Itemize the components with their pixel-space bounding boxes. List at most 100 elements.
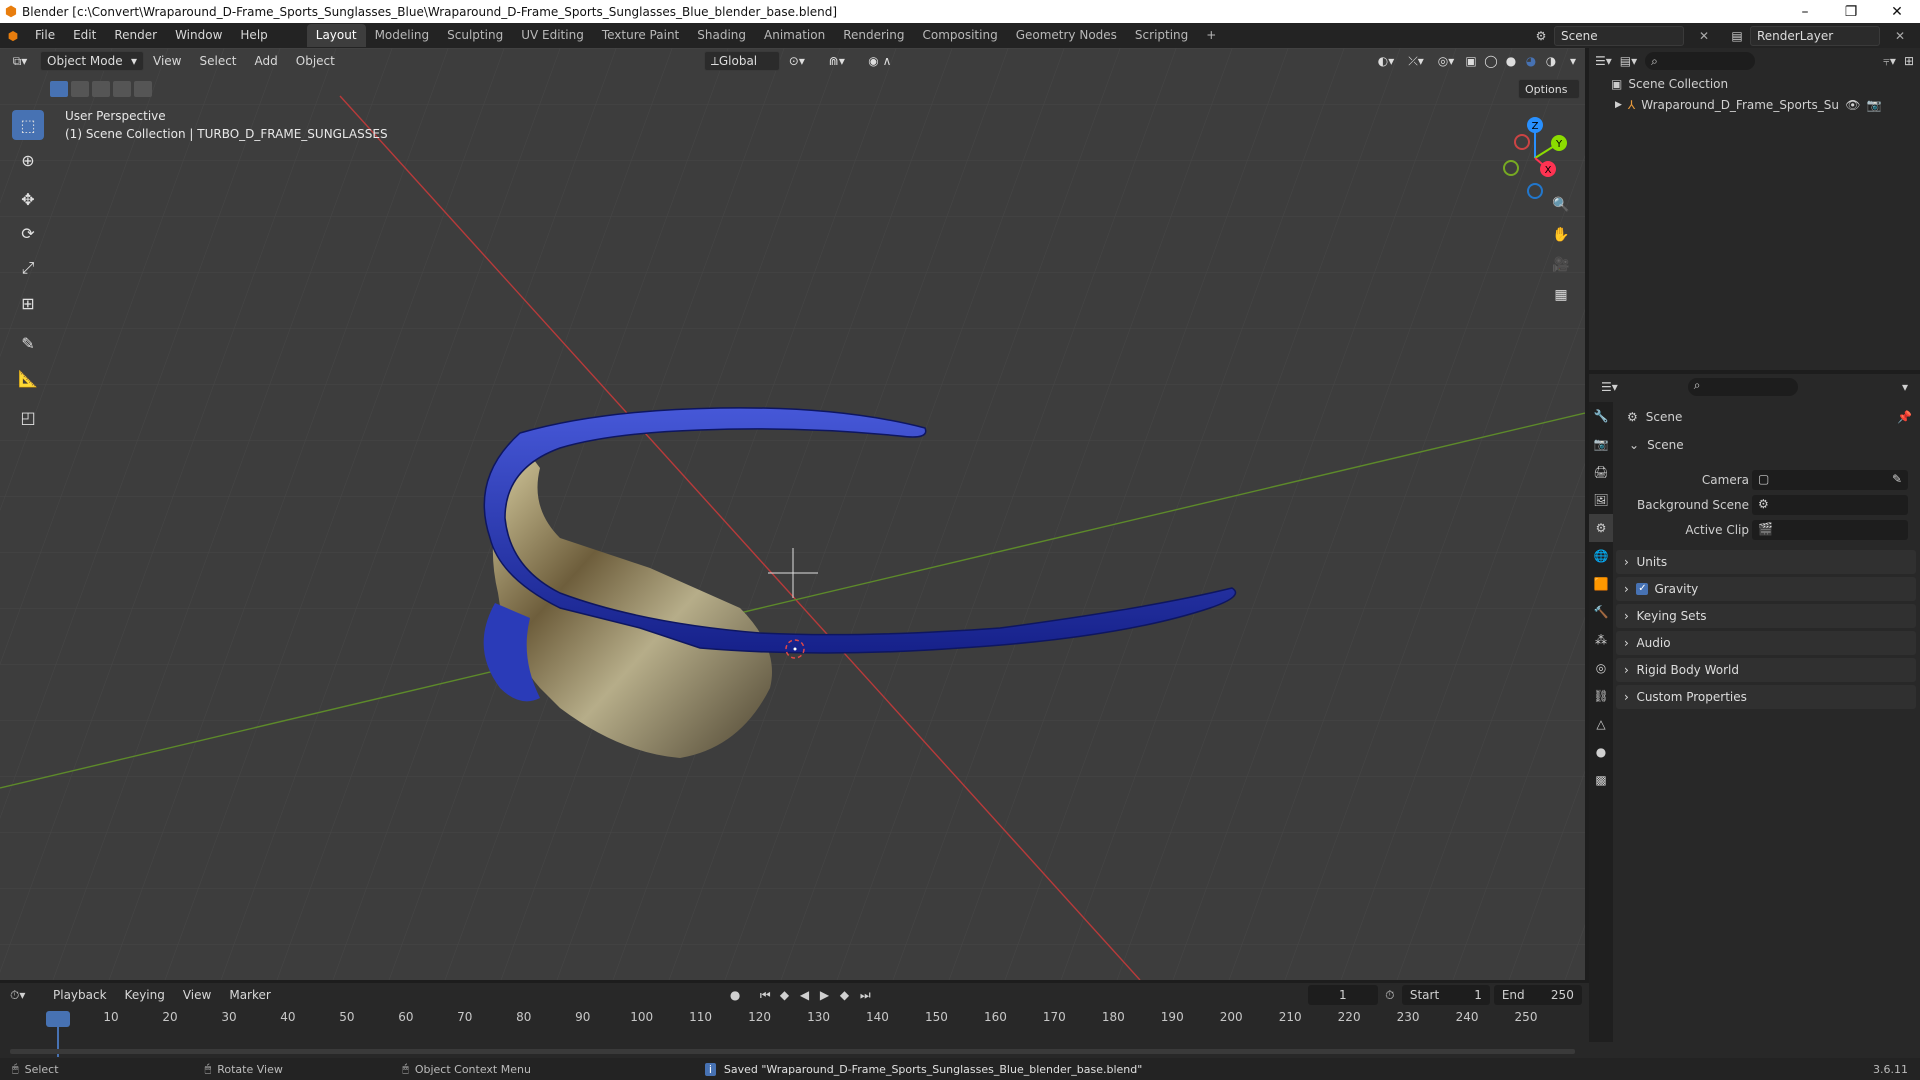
eyedropper-icon[interactable]: ✎ <box>1892 472 1902 486</box>
rendered-shading-icon[interactable]: ◑ <box>1541 51 1561 71</box>
select-box-icon[interactable]: ⬚ <box>12 110 44 140</box>
shading-options-icon[interactable]: ▾ <box>1561 51 1585 71</box>
particles-tab-icon[interactable]: ⁂ <box>1589 626 1613 654</box>
solid-shading-icon[interactable]: ● <box>1501 51 1521 71</box>
scene-icon[interactable]: ⚙ <box>1528 29 1554 43</box>
frame-ruler[interactable]: 1102030405060708090100110120130140150160… <box>0 983 1589 1058</box>
playhead[interactable] <box>46 1011 70 1027</box>
world-tab-icon[interactable]: 🌐 <box>1589 542 1613 570</box>
camera-view-icon[interactable]: 🎥 <box>1548 252 1574 278</box>
gizmo-neg-z-icon[interactable] <box>1527 183 1543 199</box>
select-invert-icon[interactable] <box>113 81 131 97</box>
camera-field[interactable]: ▢ ✎ <box>1752 470 1908 490</box>
object-tab-icon[interactable]: 🟧 <box>1589 570 1613 598</box>
tab-layout[interactable]: Layout <box>306 24 366 47</box>
render-layer-close-icon[interactable]: ✕ <box>1880 29 1920 43</box>
background-scene-field[interactable]: ⚙ <box>1752 495 1908 515</box>
gizmo-toggle-icon[interactable]: ⤫▾ <box>1401 51 1431 71</box>
properties-search-input[interactable]: ⌕ <box>1687 378 1798 396</box>
scene-collection-row[interactable]: ▣ Scene Collection <box>1611 77 1728 91</box>
tool-tab-icon[interactable]: 🔧 <box>1589 402 1613 430</box>
viewport-menu-add[interactable]: Add <box>246 49 287 74</box>
tab-geometry-nodes[interactable]: Geometry Nodes <box>1007 24 1126 47</box>
scene-close-icon[interactable]: ✕ <box>1684 29 1724 43</box>
close-button[interactable]: ✕ <box>1874 4 1920 20</box>
units-panel[interactable]: › Units <box>1616 550 1916 574</box>
filter-icon[interactable]: ⫧▾ <box>1883 54 1896 69</box>
outliner-display-icon[interactable]: ▤▾ <box>1620 54 1637 68</box>
orientation-selector[interactable]: ⟂ Global <box>703 51 780 71</box>
annotate-icon[interactable]: ✎ <box>12 328 44 358</box>
minimize-button[interactable]: – <box>1782 4 1828 20</box>
select-new-icon[interactable] <box>50 81 68 97</box>
timeline-scrollbar[interactable] <box>10 1049 1575 1054</box>
modifier-tab-icon[interactable]: 🔨 <box>1589 598 1613 626</box>
menu-help[interactable]: Help <box>231 23 276 48</box>
xray-icon[interactable]: ▣ <box>1461 51 1481 71</box>
outliner-object-row[interactable]: ▶ ⅄ Wraparound_D_Frame_Sports_Sunglasses… <box>1615 98 1915 112</box>
transform-icon[interactable]: ⊞ <box>12 288 44 318</box>
editor-type-icon[interactable]: ⧉▾ <box>0 51 40 71</box>
scale-icon[interactable]: ⤢ <box>12 253 44 283</box>
pin-icon[interactable]: 📌 <box>1897 410 1912 424</box>
gravity-panel[interactable]: › ✓ Gravity <box>1616 577 1916 601</box>
rigid-body-world-panel[interactable]: › Rigid Body World <box>1616 658 1916 682</box>
new-collection-icon[interactable]: ⊞ <box>1904 54 1914 68</box>
custom-properties-panel[interactable]: › Custom Properties <box>1616 685 1916 709</box>
expand-arrow-icon[interactable]: ▶ <box>1615 100 1622 110</box>
zoom-icon[interactable]: 🔍 <box>1548 192 1574 218</box>
menu-edit[interactable]: Edit <box>64 23 105 48</box>
properties-type-icon[interactable]: ☰▾ <box>1601 380 1618 394</box>
menu-render[interactable]: Render <box>105 23 166 48</box>
gizmo-neg-x-icon[interactable] <box>1514 134 1530 150</box>
menu-file[interactable]: File <box>26 23 64 48</box>
3d-viewport[interactable]: ⧉▾ Object Mode ▾ View Select Add Object ⟂… <box>0 48 1585 980</box>
menu-window[interactable]: Window <box>166 23 231 48</box>
visibility-icon[interactable]: ◐▾ <box>1371 51 1401 71</box>
audio-panel[interactable]: › Audio <box>1616 631 1916 655</box>
tab-scripting[interactable]: Scripting <box>1126 24 1197 47</box>
active-clip-field[interactable]: 🎬 <box>1752 520 1908 540</box>
render-layer-selector[interactable]: RenderLayer <box>1750 25 1880 46</box>
data-tab-icon[interactable]: △ <box>1589 710 1613 738</box>
select-subtract-icon[interactable] <box>92 81 110 97</box>
material-tab-icon[interactable]: ● <box>1589 738 1613 766</box>
select-extend-icon[interactable] <box>71 81 89 97</box>
view-layer-tab-icon[interactable]: 🖼 <box>1589 486 1613 514</box>
eye-icon[interactable]: 👁 <box>1845 98 1860 112</box>
pan-hand-icon[interactable]: ✋ <box>1548 222 1574 248</box>
overlay-toggle-icon[interactable]: ◎▾ <box>1431 51 1461 71</box>
cursor-icon[interactable]: ⊕ <box>12 145 44 175</box>
tab-modeling[interactable]: Modeling <box>366 24 439 47</box>
ortho-grid-icon[interactable]: ▦ <box>1548 282 1574 308</box>
scene-selector[interactable]: Scene <box>1554 25 1684 46</box>
gizmo-neg-y-icon[interactable] <box>1503 160 1519 176</box>
wireframe-shading-icon[interactable]: ◯ <box>1481 51 1501 71</box>
viewport-canvas[interactable] <box>0 48 1585 980</box>
constraints-tab-icon[interactable]: ⛓ <box>1589 682 1613 710</box>
output-tab-icon[interactable]: 🖨 <box>1589 458 1613 486</box>
navigation-gizmo[interactable]: Z Y X <box>1490 113 1580 203</box>
scene-tab-icon[interactable]: ⚙ <box>1589 514 1613 542</box>
render-tab-icon[interactable]: 📷 <box>1589 430 1613 458</box>
snap-icon[interactable]: ⋒▾ <box>814 51 860 71</box>
viewport-menu-view[interactable]: View <box>144 49 190 74</box>
outliner-type-icon[interactable]: ☰▾ <box>1595 54 1612 68</box>
properties-options-icon[interactable]: ▾ <box>1902 380 1908 394</box>
camera-restrict-icon[interactable]: 📷 <box>1867 98 1882 112</box>
scene-section-header[interactable]: ⌄ Scene <box>1629 438 1684 452</box>
tab-shading[interactable]: Shading <box>688 24 755 47</box>
blender-menu-icon[interactable]: ⬢ <box>0 29 26 43</box>
proportional-edit-icon[interactable]: ◉ ∧ <box>860 51 900 71</box>
select-intersect-icon[interactable] <box>134 81 152 97</box>
gravity-checkbox[interactable]: ✓ <box>1636 583 1649 595</box>
tab-animation[interactable]: Animation <box>755 24 834 47</box>
tab-sculpting[interactable]: Sculpting <box>438 24 512 47</box>
viewport-menu-select[interactable]: Select <box>190 49 245 74</box>
add-cube-icon[interactable]: ◰ <box>12 402 44 432</box>
mode-selector[interactable]: Object Mode ▾ <box>40 51 144 71</box>
maximize-button[interactable]: ❐ <box>1828 4 1874 20</box>
measure-icon[interactable]: 📐 <box>12 363 44 393</box>
render-layer-icon[interactable]: ▤ <box>1724 29 1750 43</box>
keying-sets-panel[interactable]: › Keying Sets <box>1616 604 1916 628</box>
